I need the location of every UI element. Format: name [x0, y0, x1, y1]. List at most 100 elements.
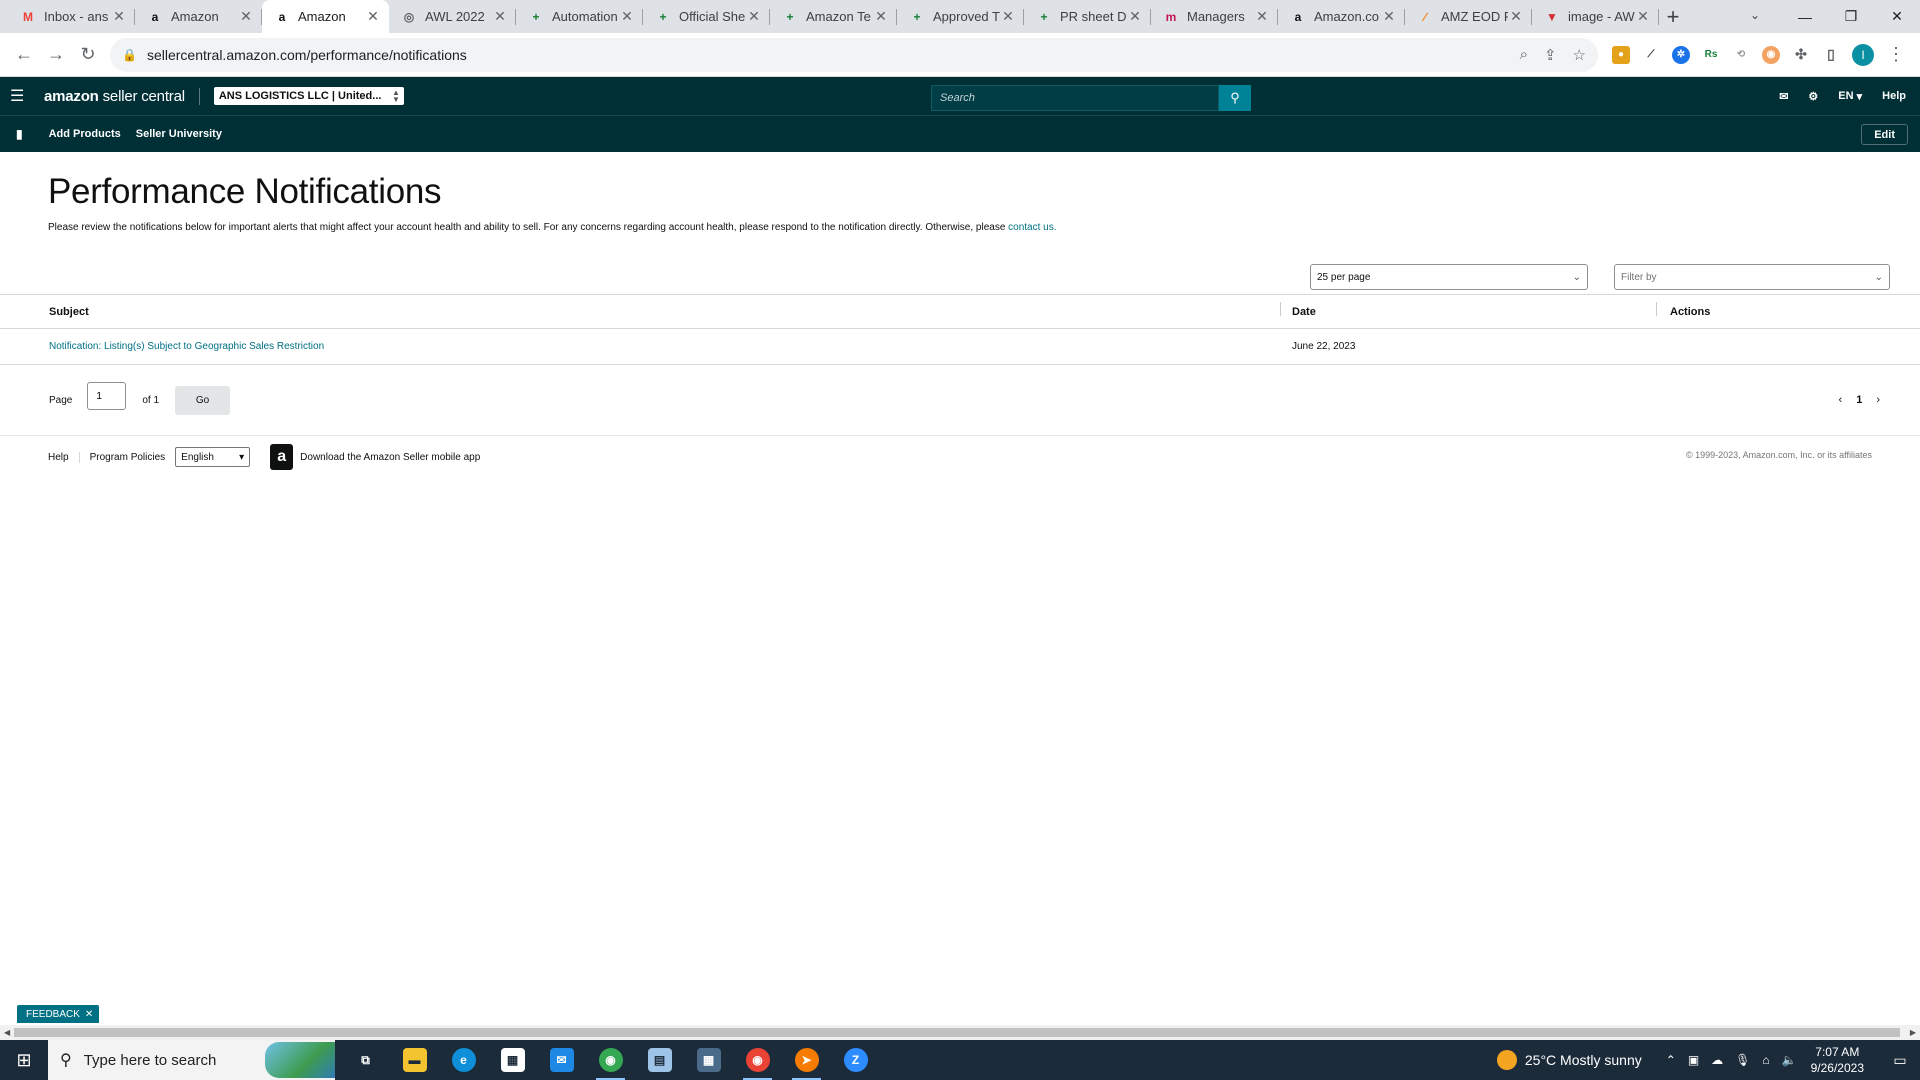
current-page[interactable]: 1 — [1856, 394, 1862, 406]
calculator-icon[interactable]: ▦ — [684, 1040, 733, 1080]
close-window-icon[interactable]: ✕ — [1874, 0, 1920, 33]
contact-us-link[interactable]: contact us. — [1008, 222, 1056, 233]
url-text[interactable]: sellercentral.amazon.com/performance/not… — [147, 47, 1520, 63]
extension-icon[interactable]: ⟲ — [1732, 45, 1750, 64]
onedrive-icon[interactable]: ☁ — [1711, 1053, 1723, 1067]
search-button[interactable]: ⚲ — [1219, 85, 1251, 111]
gear-icon[interactable]: ⚙ — [1808, 90, 1818, 103]
scroll-right-icon[interactable]: ▶ — [1910, 1028, 1916, 1037]
per-page-select[interactable]: 25 per page ⌄ — [1310, 264, 1588, 290]
language-selector[interactable]: EN ▾ — [1838, 90, 1862, 103]
file-explorer-icon[interactable]: ▬ — [390, 1040, 439, 1080]
zoom-icon[interactable]: Z — [831, 1040, 880, 1080]
windows-start-icon[interactable]: ⊞ — [0, 1040, 48, 1080]
browser-tab[interactable]: ▼ image - AW ✕ — [1532, 0, 1659, 33]
browser-tab[interactable]: M Inbox - ans ✕ — [8, 0, 135, 33]
browser-tab[interactable]: ∕ AMZ EOD R ✕ — [1405, 0, 1532, 33]
tab-close-icon[interactable]: ✕ — [238, 8, 254, 25]
footer-language-select[interactable]: English ▾ — [175, 447, 251, 467]
scrollbar-thumb[interactable] — [14, 1028, 1900, 1037]
tab-close-icon[interactable]: ✕ — [492, 8, 508, 25]
filter-select[interactable]: Filter by ⌄ — [1614, 264, 1890, 290]
column-header-subject[interactable]: Subject — [0, 306, 1280, 318]
tab-close-icon[interactable]: ✕ — [365, 8, 381, 25]
edit-button[interactable]: Edit — [1861, 124, 1908, 145]
bookmark-star-icon[interactable]: ☆ — [1573, 46, 1586, 64]
tab-close-icon[interactable]: ✕ — [1635, 8, 1651, 25]
edge-icon[interactable]: e — [439, 1040, 488, 1080]
taskbar-clock[interactable]: 7:07 AM 9/26/2023 — [1811, 1044, 1864, 1076]
browser-tab[interactable]: ◎ AWL 2022 ✕ — [389, 0, 516, 33]
download-app-link[interactable]: Download the Amazon Seller mobile app — [300, 452, 480, 463]
network-icon[interactable]: ⌂ — [1762, 1053, 1769, 1067]
tab-close-icon[interactable]: ✕ — [1254, 8, 1270, 25]
taskbar-search[interactable]: ⚲ Type here to search — [48, 1040, 335, 1080]
microphone-icon[interactable]: 🎙 — [1735, 1053, 1750, 1067]
footer-help-link[interactable]: Help — [48, 451, 80, 463]
profile-avatar[interactable]: I — [1852, 43, 1874, 66]
browser-tab[interactable]: a Amazon.co ✕ — [1278, 0, 1405, 33]
nav-seller-university[interactable]: Seller University — [136, 128, 222, 140]
meet-icon[interactable]: ▣ — [1688, 1053, 1699, 1067]
browser-tab[interactable]: + Automation ✕ — [516, 0, 643, 33]
extension-icon[interactable]: ● — [1612, 45, 1630, 64]
mail-icon[interactable]: ✉ — [1779, 90, 1788, 103]
minimize-icon[interactable]: — — [1782, 0, 1828, 33]
restore-icon[interactable]: ❐ — [1828, 0, 1874, 33]
puzzle-icon[interactable]: ✣ — [1792, 45, 1810, 64]
tab-close-icon[interactable]: ✕ — [1127, 8, 1143, 25]
browser-tab[interactable]: + Amazon Te ✕ — [770, 0, 897, 33]
browser-tab[interactable]: m Managers ✕ — [1151, 0, 1278, 33]
side-panel-icon[interactable]: ▯ — [1822, 45, 1840, 64]
extension-icon[interactable]: ✲ — [1672, 45, 1690, 64]
volume-icon[interactable]: 🔈 — [1782, 1053, 1797, 1067]
bookmark-icon[interactable]: ▮ — [16, 127, 23, 141]
amazon-app-icon[interactable]: a — [270, 444, 294, 470]
extension-icon[interactable]: ◉ — [1762, 45, 1780, 64]
address-bar[interactable]: 🔒 sellercentral.amazon.com/performance/n… — [110, 37, 1598, 72]
lock-icon[interactable]: 🔒 — [122, 48, 137, 62]
browser-tab[interactable]: + Approved T ✕ — [897, 0, 1024, 33]
new-tab-button[interactable]: + — [1659, 0, 1687, 33]
tab-close-icon[interactable]: ✕ — [619, 8, 635, 25]
chrome-icon[interactable]: ◉ — [586, 1040, 635, 1080]
chevron-up-icon[interactable]: ⌃ — [1666, 1053, 1676, 1067]
extension-icon[interactable]: Rs — [1702, 45, 1720, 64]
tab-close-icon[interactable]: ✕ — [1381, 8, 1397, 25]
horizontal-scrollbar[interactable]: ◀ ▶ — [0, 1025, 1920, 1040]
store-icon[interactable]: ▦ — [488, 1040, 537, 1080]
mail-app-icon[interactable]: ✉ — [537, 1040, 586, 1080]
seller-central-logo[interactable]: amazon seller central — [44, 87, 200, 105]
chevron-right-icon[interactable]: › — [1876, 394, 1880, 406]
footer-policies-link[interactable]: Program Policies — [90, 452, 166, 463]
account-switcher[interactable]: ANS LOGISTICS LLC | United... ▲ ▼ — [213, 87, 404, 105]
chrome-profile-icon[interactable]: ◉ — [733, 1040, 782, 1080]
browser-tab[interactable]: a Amazon ✕ — [262, 0, 389, 33]
tab-close-icon[interactable]: ✕ — [746, 8, 762, 25]
share-icon[interactable]: ⇪ — [1544, 46, 1557, 64]
browser-tab[interactable]: a Amazon ✕ — [135, 0, 262, 33]
notepad-icon[interactable]: ▤ — [635, 1040, 684, 1080]
feedback-button[interactable]: FEEDBACK ✕ — [17, 1005, 100, 1023]
browser-tab[interactable]: + Official She ✕ — [643, 0, 770, 33]
notification-center-icon[interactable]: ▭ — [1880, 1052, 1920, 1069]
extension-icon[interactable]: ⟋ — [1642, 45, 1660, 64]
forward-icon[interactable]: → — [40, 39, 72, 71]
zoom-icon[interactable]: ⌕ — [1520, 46, 1528, 64]
notification-subject-link[interactable]: Notification: Listing(s) Subject to Geog… — [49, 341, 324, 352]
reload-icon[interactable]: ↻ — [72, 39, 104, 71]
page-number-input[interactable] — [87, 382, 127, 410]
tab-close-icon[interactable]: ✕ — [1000, 8, 1016, 25]
go-button[interactable]: Go — [175, 385, 231, 415]
tab-search-icon[interactable]: ⌄ — [1740, 0, 1770, 30]
column-header-date[interactable]: Date — [1280, 301, 1656, 318]
tab-close-icon[interactable]: ✕ — [873, 8, 889, 25]
more-menu-icon[interactable]: ⋮ — [1886, 44, 1906, 65]
chevron-left-icon[interactable]: ‹ — [1839, 394, 1843, 406]
tab-close-icon[interactable]: ✕ — [1508, 8, 1524, 25]
weather-widget[interactable]: 25°C Mostly sunny — [1496, 1050, 1642, 1070]
telegram-icon[interactable]: ➤ — [782, 1040, 831, 1080]
search-input[interactable]: Search — [931, 85, 1219, 111]
tab-close-icon[interactable]: ✕ — [111, 8, 127, 25]
scroll-left-icon[interactable]: ◀ — [4, 1028, 10, 1037]
